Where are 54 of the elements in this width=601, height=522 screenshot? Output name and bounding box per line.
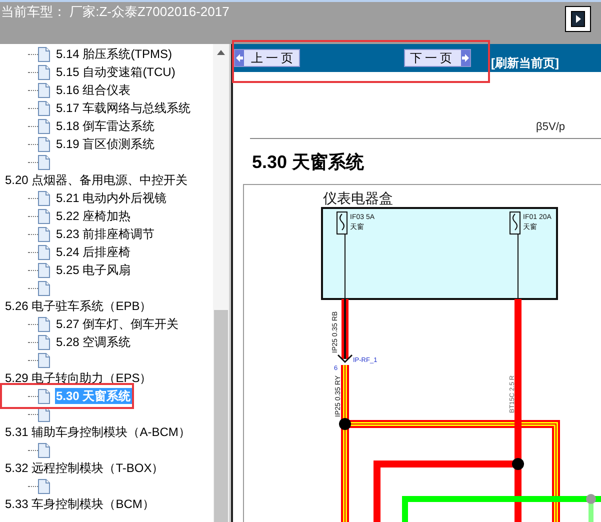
junction-dot <box>586 494 596 504</box>
tree-item[interactable]: 5.21 电动内外后视镜 <box>55 190 168 206</box>
document-icon[interactable] <box>38 280 50 296</box>
document-icon <box>38 118 50 134</box>
scroll-up-icon[interactable] <box>217 50 225 55</box>
junction-dot <box>339 418 351 430</box>
document-icon <box>38 316 50 332</box>
page-title: 5.30 天窗系统 <box>252 151 366 173</box>
scrollbar-thumb[interactable] <box>214 310 228 522</box>
document-icon[interactable] <box>38 478 50 494</box>
document-icon <box>38 244 50 260</box>
scrollbar[interactable] <box>213 44 229 522</box>
window-title: 当前车型： 厂家:Z-众泰Z7002016-2017 <box>1 4 230 20</box>
document-icon <box>38 100 50 116</box>
tree-item[interactable]: 5.23 前排座椅调节 <box>55 226 156 242</box>
tree-heading[interactable]: 5.32 远程控制模块（T-BOX） <box>4 460 165 476</box>
tree-item[interactable]: 5.16 组合仪表 <box>55 82 132 98</box>
tree-item[interactable]: 5.18 倒车雷达系统 <box>55 118 156 134</box>
document-icon <box>38 64 50 80</box>
document-icon[interactable] <box>38 154 50 170</box>
document-icon <box>38 136 50 152</box>
box-label: 仪表电器盒 <box>323 190 393 206</box>
tree-heading[interactable]: 5.20 点烟器、备用电源、中控开关 <box>4 172 189 188</box>
refresh-link[interactable]: [刷新当前页] <box>491 56 559 70</box>
document-icon <box>38 82 50 98</box>
document-icon <box>38 226 50 242</box>
tree-heading[interactable]: 5.31 辅助车身控制模块（A-BCM） <box>4 424 192 440</box>
document-icon <box>38 208 50 224</box>
connector-icon <box>337 354 353 364</box>
tree-item[interactable]: 5.17 车载网络与总线系统 <box>55 100 192 116</box>
tree-item[interactable]: 5.22 座椅加热 <box>55 208 132 224</box>
tree-item[interactable]: 5.28 空调系统 <box>55 334 132 350</box>
next-page-button[interactable]: 下一页 <box>404 49 471 67</box>
tree-item[interactable]: 5.27 倒车灯、倒车开关 <box>55 316 180 332</box>
toggle-button[interactable] <box>565 6 591 32</box>
document-icon[interactable] <box>38 352 50 368</box>
tree-item[interactable]: 5.14 胎压系统(TPMS) <box>55 46 174 62</box>
document-icon <box>38 190 50 206</box>
tree-item[interactable]: 5.25 电子风扇 <box>55 262 132 278</box>
tree-item[interactable]: 5.19 盲区侦测系统 <box>55 136 156 152</box>
document-icon[interactable] <box>38 442 50 458</box>
document-icon <box>38 388 50 404</box>
previous-page-button[interactable]: 上一页 <box>234 49 300 67</box>
tree-item[interactable]: 5.15 自动变速箱(TCU) <box>55 64 176 80</box>
tree-heading[interactable]: 5.33 车身控制模块（BCM） <box>4 496 156 512</box>
document-icon <box>38 46 50 62</box>
fuse-icon <box>510 212 520 234</box>
document-icon <box>38 262 50 278</box>
document-icon <box>38 334 50 350</box>
junction-dot <box>512 458 524 470</box>
tree-item[interactable]: 5.24 后排座椅 <box>55 244 132 260</box>
page-header-note: β5V/p <box>536 121 565 134</box>
fuse-icon <box>336 212 348 234</box>
tree-heading[interactable]: 5.26 电子驻车系统（EPB） <box>4 298 153 314</box>
